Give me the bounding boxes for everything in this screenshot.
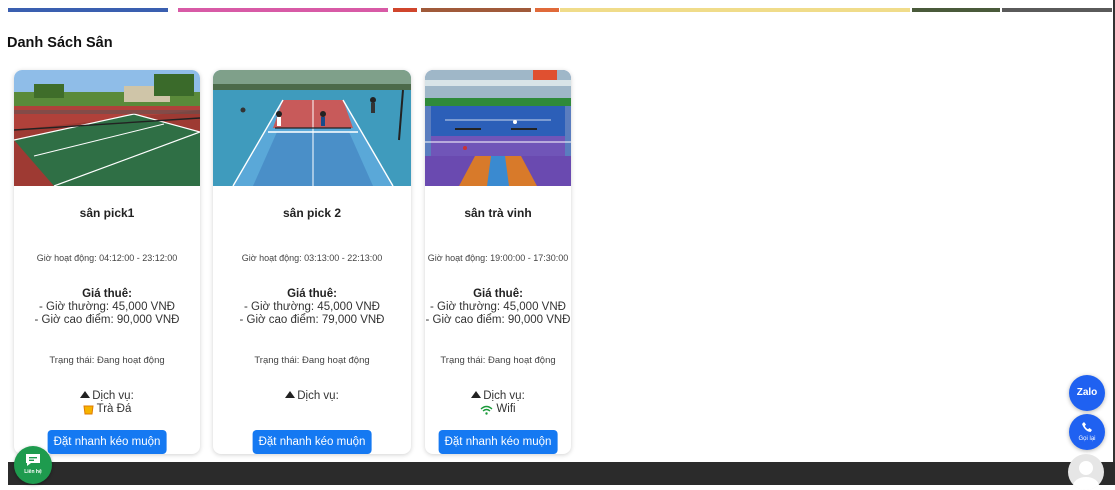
court-photo — [14, 70, 200, 186]
court-services: Dịch vụ: Wifi — [425, 390, 571, 419]
court-photo — [425, 70, 571, 186]
eject-icon — [285, 391, 296, 398]
price-heading: Giá thuê: — [82, 288, 132, 300]
contact-label: Liên hệ — [24, 469, 42, 475]
price-peak: - Giờ cao điểm: 90,000 VNĐ — [425, 314, 571, 326]
price-normal: - Giờ thường: 45,000 VNĐ — [430, 301, 566, 313]
quick-book-button[interactable]: Đặt nhanh kéo muộn — [47, 430, 167, 454]
cup-icon — [83, 405, 94, 414]
price-normal: - Giờ thường: 45,000 VNĐ — [39, 301, 175, 313]
price-peak: - Giờ cao điểm: 90,000 VNĐ — [34, 314, 180, 326]
court-hours: Giờ hoạt động: 04:12:00 - 23:12:00 — [36, 253, 178, 263]
court-name: sân pick1 — [79, 206, 135, 220]
court-card-1[interactable]: sân pick1 Giờ hoạt động: 04:12:00 - 23:1… — [14, 70, 200, 454]
quick-book-button[interactable]: Đặt nhanh kéo muộn — [438, 430, 558, 454]
court-price: Giá thuê: - Giờ thường: 45,000 VNĐ - Giờ… — [14, 288, 200, 327]
footer-bar — [8, 462, 1115, 485]
contact-float-button[interactable]: Liên hệ — [14, 446, 52, 484]
price-normal: - Giờ thường: 45,000 VNĐ — [244, 301, 380, 313]
court-name: sân trà vinh — [464, 206, 532, 220]
service-item-label: Wifi — [496, 403, 516, 415]
court-status: Trạng thái: Đang hoạt động — [440, 355, 556, 366]
court-status: Trạng thái: Đang hoạt động — [49, 355, 165, 366]
services-heading: Dịch vụ: — [297, 390, 339, 402]
chat-icon — [26, 454, 40, 466]
price-peak: - Giờ cao điểm: 79,000 VNĐ — [239, 314, 385, 326]
service-item: Wifi — [480, 403, 516, 416]
court-services: Dịch vụ: Trà Đá — [14, 390, 200, 419]
court-hours: Giờ hoạt động: 19:00:00 - 17:30:00 — [427, 253, 569, 263]
wifi-icon — [480, 405, 493, 415]
court-photo — [213, 70, 411, 186]
court-status: Trạng thái: Đang hoạt động — [254, 355, 370, 366]
price-heading: Giá thuê: — [287, 288, 337, 300]
services-heading: Dịch vụ: — [92, 390, 134, 402]
service-item-label: Trà Đá — [96, 403, 132, 415]
eject-icon — [80, 391, 91, 398]
court-services: Dịch vụ: — [213, 390, 411, 403]
court-name: sân pick 2 — [282, 206, 342, 220]
price-heading: Giá thuê: — [473, 288, 523, 300]
court-price: Giá thuê: - Giờ thường: 45,000 VNĐ - Giờ… — [213, 288, 411, 327]
quick-book-button[interactable]: Đặt nhanh kéo muộn — [252, 430, 372, 454]
services-heading: Dịch vụ: — [483, 390, 525, 402]
service-item: Trà Đá — [83, 403, 132, 416]
eject-icon — [471, 391, 482, 398]
court-price: Giá thuê: - Giờ thường: 45,000 VNĐ - Giờ… — [425, 288, 571, 327]
phone-icon — [1082, 422, 1092, 432]
call-back-float-button[interactable]: Gọi lại — [1069, 414, 1105, 450]
court-card-2[interactable]: sân pick 2 Giờ hoạt động: 03:13:00 - 22:… — [213, 70, 411, 454]
zalo-float-button[interactable]: Zalo — [1069, 375, 1105, 411]
section-title: Danh Sách Sân — [7, 35, 113, 51]
call-back-label: Gọi lại — [1078, 436, 1096, 442]
top-banner-strip — [0, 0, 1115, 12]
court-card-3[interactable]: sân trà vinh Giờ hoạt động: 19:00:00 - 1… — [425, 70, 571, 454]
court-hours: Giờ hoạt động: 03:13:00 - 22:13:00 — [241, 253, 383, 263]
